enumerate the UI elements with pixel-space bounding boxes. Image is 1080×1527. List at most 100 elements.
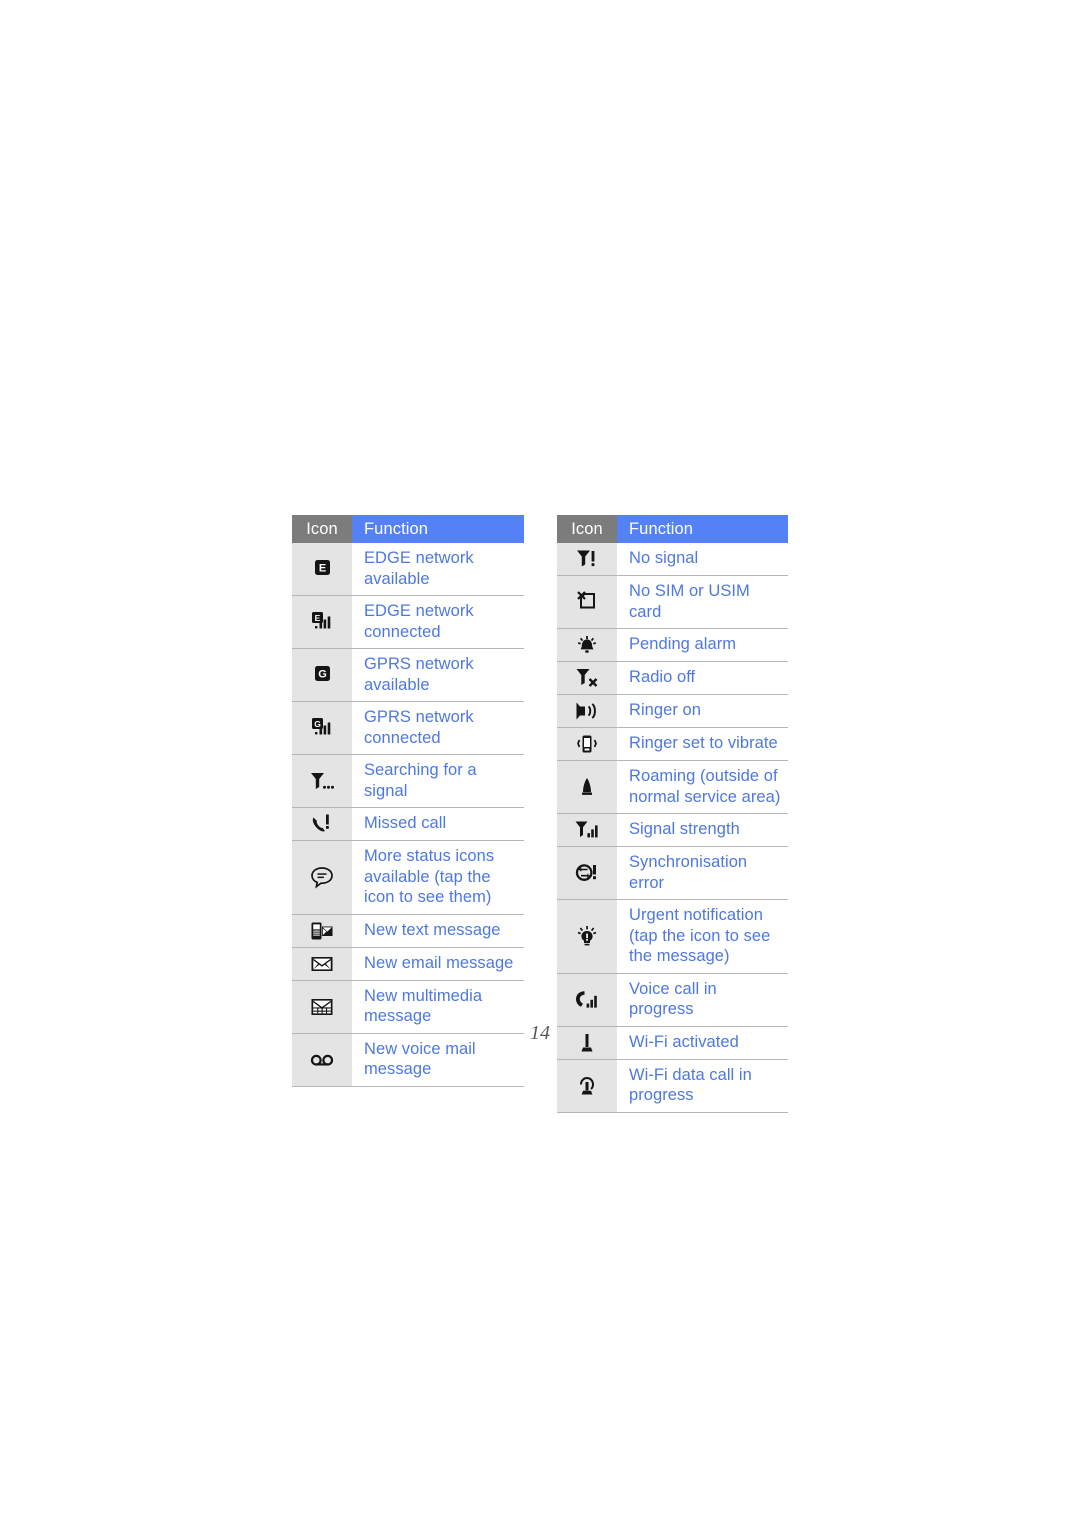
table-row: Ringer set to vibrate (557, 727, 788, 761)
table-row: E EDGE network connected (292, 595, 524, 649)
table-row: Wi-Fi data call in progress (557, 1059, 788, 1113)
table-row: Roaming (outside of normal service area) (557, 760, 788, 814)
no-signal-icon (572, 546, 602, 572)
column-header-icon: Icon (557, 515, 617, 543)
function-cell: GPRS network connected (352, 701, 524, 755)
icon-cell (292, 914, 352, 948)
icon-function-table: Icon Function E EDGE network available E… (292, 515, 524, 1087)
icon-cell: G (292, 648, 352, 702)
table-row: No signal (557, 543, 788, 576)
new-email-message-icon (307, 951, 337, 977)
function-cell: No SIM or USIM card (617, 575, 788, 629)
edge-available-icon: E (307, 556, 337, 582)
icon-cell: E (292, 543, 352, 596)
ringer-on-icon (572, 698, 602, 724)
function-cell: Searching for a signal (352, 754, 524, 808)
icon-cell (557, 628, 617, 662)
no-sim-card-icon (572, 589, 602, 615)
function-cell: No signal (617, 543, 788, 576)
icon-cell (557, 575, 617, 629)
table-row: E EDGE network available (292, 543, 524, 596)
function-cell: GPRS network available (352, 648, 524, 702)
table-row: New text message (292, 914, 524, 948)
table-row: More status icons available (tap the ico… (292, 840, 524, 915)
pending-alarm-icon (572, 632, 602, 658)
table-row: New email message (292, 947, 524, 981)
table-row: Missed call (292, 807, 524, 841)
voice-call-icon (572, 987, 602, 1013)
function-cell: Roaming (outside of normal service area) (617, 760, 788, 814)
table-row: Synchronisation error (557, 846, 788, 900)
manual-page: Icon Function E EDGE network available E… (0, 0, 1080, 1527)
function-cell: Wi-Fi data call in progress (617, 1059, 788, 1113)
column-header-icon: Icon (292, 515, 352, 543)
ringer-vibrate-icon (572, 731, 602, 757)
function-cell: Missed call (352, 807, 524, 841)
icon-cell (292, 754, 352, 808)
status-icons-table-left: Icon Function E EDGE network available E… (292, 515, 524, 1087)
icon-cell: E (292, 595, 352, 649)
function-cell: Urgent notification (tap the icon to see… (617, 899, 788, 974)
icon-cell: G (292, 701, 352, 755)
icon-cell (557, 694, 617, 728)
icon-cell (557, 973, 617, 1027)
icon-cell (557, 727, 617, 761)
page-number: 14 (530, 1022, 550, 1044)
roaming-icon (572, 774, 602, 800)
icon-cell (557, 1059, 617, 1113)
missed-call-icon (307, 811, 337, 837)
icon-cell (557, 899, 617, 974)
function-cell: More status icons available (tap the ico… (352, 840, 524, 915)
more-status-icons-icon (307, 864, 337, 890)
column-header-function: Function (617, 515, 788, 543)
table-header-row: Icon Function (292, 515, 524, 543)
table-header-row: Icon Function (557, 515, 788, 543)
column-header-function: Function (352, 515, 524, 543)
function-cell: Ringer on (617, 694, 788, 728)
icon-cell (292, 947, 352, 981)
function-cell: Voice call in progress (617, 973, 788, 1027)
table-row: Urgent notification (tap the icon to see… (557, 899, 788, 974)
edge-connected-icon: E (307, 609, 337, 635)
table-row: No SIM or USIM card (557, 575, 788, 629)
function-cell: New text message (352, 914, 524, 948)
table-row: Ringer on (557, 694, 788, 728)
function-cell: New email message (352, 947, 524, 981)
signal-strength-icon (572, 817, 602, 843)
gprs-connected-icon: G (307, 715, 337, 741)
table-row: Pending alarm (557, 628, 788, 662)
urgent-notification-icon (572, 923, 602, 949)
icon-cell (292, 840, 352, 915)
svg-text:G: G (314, 719, 321, 729)
sync-error-icon (572, 860, 602, 886)
table-row: G GPRS network connected (292, 701, 524, 755)
gprs-available-icon: G (307, 662, 337, 688)
function-cell: EDGE network available (352, 543, 524, 596)
icon-cell (557, 543, 617, 576)
icon-cell (557, 813, 617, 847)
new-mms-icon (307, 994, 337, 1020)
function-cell: Radio off (617, 661, 788, 695)
function-cell: Ringer set to vibrate (617, 727, 788, 761)
svg-text:E: E (315, 613, 321, 623)
wifi-data-call-icon (572, 1073, 602, 1099)
table-row: Searching for a signal (292, 754, 524, 808)
new-voicemail-icon (307, 1047, 337, 1073)
icon-cell (557, 760, 617, 814)
svg-text:G: G (318, 669, 327, 681)
table-row: G GPRS network available (292, 648, 524, 702)
table-row: Signal strength (557, 813, 788, 847)
function-cell: EDGE network connected (352, 595, 524, 649)
radio-off-icon (572, 665, 602, 691)
function-cell: Pending alarm (617, 628, 788, 662)
searching-signal-icon (307, 768, 337, 794)
table-row: Radio off (557, 661, 788, 695)
svg-text:E: E (319, 563, 326, 575)
icon-cell (557, 846, 617, 900)
icon-cell (292, 807, 352, 841)
new-text-message-icon (307, 918, 337, 944)
function-cell: Signal strength (617, 813, 788, 847)
function-cell: Synchronisation error (617, 846, 788, 900)
icon-cell (557, 661, 617, 695)
table-row: Voice call in progress (557, 973, 788, 1027)
